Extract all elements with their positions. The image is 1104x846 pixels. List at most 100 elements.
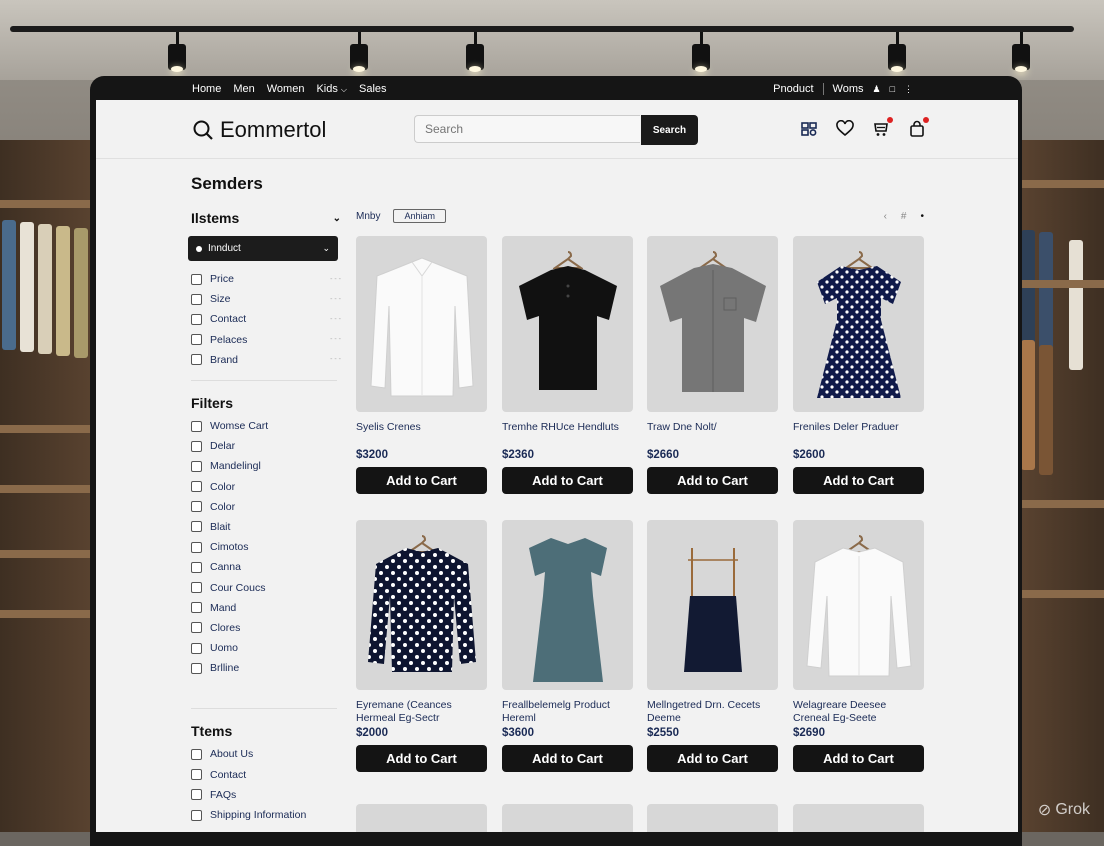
product-card-partial[interactable] xyxy=(502,804,633,832)
product-image[interactable] xyxy=(647,520,778,690)
filter-item[interactable]: Clores xyxy=(191,618,341,638)
product-card-partial[interactable] xyxy=(356,804,487,832)
info-item-about[interactable]: About Us xyxy=(191,744,341,764)
nav-product[interactable]: Pnoduct xyxy=(773,83,813,95)
product-name[interactable]: Welagreare Deesee Creneal Eg-Seete xyxy=(793,699,924,725)
logo[interactable]: Eommertol xyxy=(193,117,326,143)
checkbox[interactable] xyxy=(191,334,202,346)
filter-item[interactable]: Womse Cart xyxy=(191,416,341,436)
filter-item[interactable]: Cour Coucs xyxy=(191,577,341,597)
filter-item[interactable]: Color xyxy=(191,497,341,517)
message-icon[interactable]: □ xyxy=(890,84,895,94)
cart-icon[interactable] xyxy=(872,117,893,138)
product-name[interactable]: Eyremane (Ceances Hermeal Eg-Sectr xyxy=(356,699,487,725)
filter-item[interactable]: Color xyxy=(191,477,341,497)
product-name[interactable]: Syelis Crenes xyxy=(356,421,487,447)
checkbox[interactable] xyxy=(191,809,202,821)
more-icon[interactable]: ⋮ xyxy=(904,84,913,95)
nav-men[interactable]: Men xyxy=(233,83,254,95)
filter-brand[interactable]: Brand - - - xyxy=(191,350,341,370)
nav-home[interactable]: Home xyxy=(192,83,221,95)
checkbox[interactable] xyxy=(191,293,202,305)
prev-page-icon[interactable]: ‹ xyxy=(884,211,887,222)
product-card[interactable]: Freniles Deler Praduer $2600 Add to Cart xyxy=(793,236,924,494)
filter-contact[interactable]: Contact - - - xyxy=(191,309,341,329)
product-name[interactable]: Freniles Deler Praduer xyxy=(793,421,924,447)
product-name[interactable]: Freallbelemelg Product Hereml xyxy=(502,699,633,725)
checkbox[interactable] xyxy=(191,769,202,781)
add-to-cart-button[interactable]: Add to Cart xyxy=(647,467,778,494)
add-to-cart-button[interactable]: Add to Cart xyxy=(502,467,633,494)
filter-item[interactable]: Uomo xyxy=(191,638,341,658)
add-to-cart-button[interactable]: Add to Cart xyxy=(647,745,778,772)
checkbox[interactable] xyxy=(191,354,202,366)
checkbox[interactable] xyxy=(191,582,202,594)
info-item-faqs[interactable]: FAQs xyxy=(191,785,341,805)
product-image[interactable] xyxy=(647,236,778,412)
product-card[interactable]: Eyremane (Ceances Hermeal Eg-Sectr $2000… xyxy=(356,520,487,772)
add-to-cart-button[interactable]: Add to Cart xyxy=(356,467,487,494)
filter-item[interactable]: Mandelingl xyxy=(191,456,341,476)
product-image[interactable] xyxy=(502,236,633,412)
add-to-cart-button[interactable]: Add to Cart xyxy=(502,745,633,772)
checkbox[interactable] xyxy=(191,622,202,634)
filter-chip[interactable]: Anhiam xyxy=(393,209,446,223)
heart-icon[interactable] xyxy=(836,119,854,138)
user-icon[interactable]: ♟ xyxy=(872,84,880,95)
product-card[interactable]: Freallbelemelg Product Hereml $3600 Add … xyxy=(502,520,633,772)
checkbox[interactable] xyxy=(191,501,202,513)
add-to-cart-button[interactable]: Add to Cart xyxy=(356,745,487,772)
product-card-partial[interactable] xyxy=(793,804,924,832)
nav-women[interactable]: Women xyxy=(267,83,305,95)
checkbox[interactable] xyxy=(191,662,202,674)
nav-sales[interactable]: Sales xyxy=(359,83,387,95)
sort-label[interactable]: Mnby xyxy=(356,211,380,222)
bag-icon[interactable] xyxy=(908,117,929,138)
search-button[interactable]: Search xyxy=(641,115,698,145)
compare-icon[interactable] xyxy=(800,120,818,138)
product-card[interactable]: Welagreare Deesee Creneal Eg-Seete $2690… xyxy=(793,520,924,772)
nav-womens[interactable]: Woms xyxy=(833,83,864,95)
filter-item[interactable]: Delar xyxy=(191,436,341,456)
filter-pelaces[interactable]: Pelaces - - - xyxy=(191,330,341,350)
add-to-cart-button[interactable]: Add to Cart xyxy=(793,745,924,772)
product-image[interactable] xyxy=(502,520,633,690)
filter-item[interactable]: Cimotos xyxy=(191,537,341,557)
product-image[interactable] xyxy=(356,520,487,690)
checkbox[interactable] xyxy=(191,460,202,472)
checkbox[interactable] xyxy=(191,481,202,493)
filter-price[interactable]: Price - - - xyxy=(191,269,341,289)
add-to-cart-button[interactable]: Add to Cart xyxy=(793,467,924,494)
checkbox[interactable] xyxy=(191,602,202,614)
filter-item[interactable]: Brlline xyxy=(191,658,341,678)
checkbox[interactable] xyxy=(191,273,202,285)
filter-item[interactable]: Mand xyxy=(191,598,341,618)
checkbox[interactable] xyxy=(191,642,202,654)
nav-kids[interactable]: Kids ⌵ xyxy=(316,83,347,95)
checkbox[interactable] xyxy=(191,420,202,432)
product-name[interactable]: Tremhe RHUce Hendluts xyxy=(502,421,633,447)
page-indicator[interactable]: # xyxy=(901,211,907,222)
product-image[interactable] xyxy=(793,520,924,690)
product-name[interactable]: Traw Dne Nolt/ xyxy=(647,421,778,447)
checkbox[interactable] xyxy=(191,521,202,533)
product-card[interactable]: Mellngetred Drn. Cecets Deeme $2550 Add … xyxy=(647,520,778,772)
product-name[interactable]: Mellngetred Drn. Cecets Deeme xyxy=(647,699,778,725)
filter-item[interactable]: Canna xyxy=(191,557,341,577)
checkbox[interactable] xyxy=(191,561,202,573)
info-item-contact[interactable]: Contact xyxy=(191,765,341,785)
info-item-shipping[interactable]: Shipping Information xyxy=(191,805,341,825)
product-dropdown[interactable]: Innduct ⌄ xyxy=(188,236,338,261)
product-card-partial[interactable] xyxy=(647,804,778,832)
product-image[interactable] xyxy=(356,236,487,412)
product-image[interactable] xyxy=(793,236,924,412)
product-card[interactable]: Traw Dne Nolt/ $2660 Add to Cart xyxy=(647,236,778,494)
next-page-icon[interactable]: • xyxy=(920,211,924,222)
filter-item[interactable]: Blait xyxy=(191,517,341,537)
checkbox[interactable] xyxy=(191,748,202,760)
checkbox[interactable] xyxy=(191,313,202,325)
checkbox[interactable] xyxy=(191,541,202,553)
search-input[interactable] xyxy=(414,115,640,143)
filter-size[interactable]: Size - - - xyxy=(191,289,341,309)
section-items-header[interactable]: Ilstems ⌄ xyxy=(191,210,341,226)
